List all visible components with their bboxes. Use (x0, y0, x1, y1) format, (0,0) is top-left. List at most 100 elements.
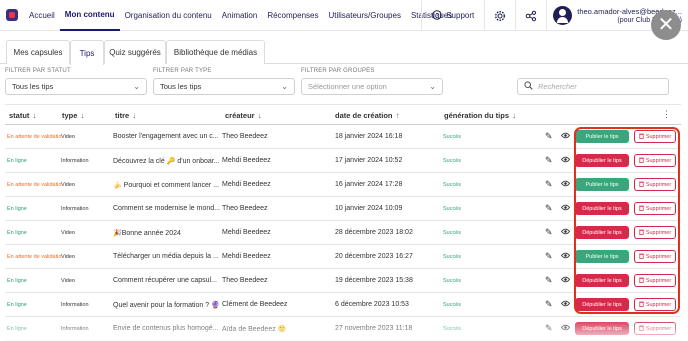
search-placeholder: Rechercher (538, 82, 577, 91)
col-date[interactable]: date de création ↑ (335, 111, 400, 120)
cell-generation: Succès (443, 254, 462, 260)
delete-button[interactable]: Supprimer (634, 274, 676, 287)
cell-titre[interactable]: Comment se modernise le mond... (113, 205, 220, 212)
gear-icon[interactable] (485, 0, 515, 31)
cell-titre[interactable]: Quel avenir pour la formation ? 🔮 (113, 301, 220, 309)
pencil-icon[interactable]: ✎ (545, 227, 553, 238)
beedeez-logo[interactable] (0, 0, 24, 31)
pencil-icon[interactable]: ✎ (545, 275, 553, 286)
cell-titre[interactable]: Découvrez la clé 🔑 d'un onboar... (113, 157, 220, 165)
pencil-icon[interactable]: ✎ (545, 179, 553, 190)
pencil-icon[interactable]: ✎ (545, 299, 553, 310)
eye-icon[interactable] (560, 227, 571, 237)
eye-icon[interactable] (560, 251, 571, 261)
delete-label: Supprimer (645, 205, 672, 212)
cell-date: 18 janvier 2024 16:18 (335, 133, 403, 140)
col-generation-label: génération du tips (444, 111, 510, 120)
cell-type: Information (61, 302, 89, 308)
col-generation[interactable]: génération du tips ↓ (444, 111, 516, 120)
trash-icon (639, 253, 644, 261)
unpublish-button[interactable]: Dépublier le tips (575, 226, 629, 239)
cell-type: Video (61, 278, 75, 284)
delete-button[interactable]: Supprimer (634, 298, 676, 311)
table-row: En ligne Video Comment récupérer une capsu… (5, 269, 681, 293)
more-vertical-icon[interactable]: ⋮ (662, 109, 671, 120)
pencil-icon[interactable]: ✎ (545, 155, 553, 166)
delete-button[interactable]: Supprimer (634, 130, 676, 143)
filter-statut-select[interactable]: Tous les tips ⌄ (5, 78, 147, 95)
content-tabs: Mes capsules Tips Quiz suggérés Biblioth… (0, 40, 688, 65)
eye-icon[interactable] (560, 203, 571, 213)
search-input[interactable]: Rechercher (517, 78, 669, 95)
eye-icon[interactable] (560, 299, 571, 309)
delete-label: Supprimer (645, 229, 672, 236)
filter-type-label: FILTRER PAR TYPE (153, 68, 212, 74)
nav-item-accueil[interactable]: Accueil (24, 0, 60, 31)
search-icon (524, 81, 533, 92)
tab-mes-capsules[interactable]: Mes capsules (6, 40, 70, 64)
eye-icon[interactable] (560, 155, 571, 165)
network-icon[interactable] (516, 0, 546, 31)
cell-titre[interactable]: 🎉Bonne année 2024 (113, 229, 181, 237)
eye-icon[interactable] (560, 179, 571, 189)
unpublish-button[interactable]: Dépublier le tips (575, 274, 629, 287)
app-window: Accueil Mon contenu Organisation du cont… (0, 0, 688, 341)
close-icon[interactable]: ✕ (651, 10, 681, 40)
delete-label: Supprimer (645, 133, 672, 140)
pencil-icon[interactable]: ✎ (545, 251, 553, 262)
nav-item-animation[interactable]: Animation (217, 0, 263, 31)
tab-quiz-suggeres[interactable]: Quiz suggérés (104, 40, 166, 64)
publish-button[interactable]: Publier le tips (575, 130, 629, 143)
unpublish-button[interactable]: Dépublier le tips (575, 298, 629, 311)
support-button[interactable]: ? Support (422, 0, 484, 31)
filter-groupes-select[interactable]: Sélectionner une option ⌄ (301, 78, 443, 95)
pencil-icon[interactable]: ✎ (545, 203, 553, 214)
trash-icon (639, 157, 644, 165)
pencil-icon[interactable]: ✎ (545, 131, 553, 142)
tab-tips[interactable]: Tips (70, 40, 104, 65)
cell-titre[interactable]: Booster l'engagement avec un c... (113, 133, 219, 140)
col-type[interactable]: type ↓ (62, 111, 84, 120)
nav-item-organisation[interactable]: Organisation du contenu (120, 0, 217, 31)
cell-titre[interactable]: 🍌 Pourquoi et comment lancer ... (113, 181, 219, 189)
filter-type-select[interactable]: Tous les tips ⌄ (153, 78, 295, 95)
table-row: En attente de validatio Video Télécharger … (5, 245, 681, 269)
nav-item-utilisateurs[interactable]: Utilisateurs/Groupes (323, 0, 405, 31)
eye-icon[interactable] (560, 275, 571, 285)
bottom-fade (0, 318, 688, 341)
delete-button[interactable]: Supprimer (634, 226, 676, 239)
col-createur[interactable]: créateur ↓ (225, 111, 262, 120)
cell-createur: Clément de Beedeez (222, 301, 288, 308)
cell-titre[interactable]: Télécharger un média depuis la ... (113, 253, 219, 260)
table-header: statut ↓ type ↓ titre ↓ créateur ↓ date de c… (5, 104, 681, 125)
delete-button[interactable]: Supprimer (634, 202, 676, 215)
cell-date: 28 décembre 2023 18:02 (335, 229, 413, 236)
col-type-label: type (62, 111, 78, 120)
unpublish-button[interactable]: Dépublier le tips (575, 154, 629, 167)
cell-date: 10 janvier 2024 10:09 (335, 205, 403, 212)
cell-createur: Mehdi Beedeez (222, 181, 271, 188)
col-statut[interactable]: statut ↓ (9, 111, 36, 120)
publish-button[interactable]: Publier le tips (575, 178, 629, 191)
delete-button[interactable]: Supprimer (634, 154, 676, 167)
nav-item-recompenses[interactable]: Récompenses (262, 0, 323, 31)
publish-button[interactable]: Publier le tips (575, 250, 629, 263)
cell-titre[interactable]: Comment récupérer une capsul... (113, 277, 217, 284)
delete-button[interactable]: Supprimer (634, 178, 676, 191)
avatar (553, 6, 573, 25)
chevron-down-icon: ⌄ (429, 82, 436, 91)
tab-bibliotheque-medias[interactable]: Bibliothèque de médias (166, 40, 265, 64)
delete-label: Supprimer (645, 253, 672, 260)
cell-createur: Mehdi Beedeez (222, 253, 271, 260)
cell-generation: Succès (443, 182, 462, 188)
unpublish-button[interactable]: Dépublier le tips (575, 202, 629, 215)
table-row: En attente de validatio Video 🍌 Pourquoi e… (5, 173, 681, 197)
delete-label: Supprimer (645, 181, 672, 188)
nav-item-mon-contenu[interactable]: Mon contenu (59, 0, 120, 31)
eye-icon[interactable] (560, 131, 571, 141)
support-label: Support (446, 11, 475, 20)
delete-button[interactable]: Supprimer (634, 250, 676, 263)
delete-label: Supprimer (645, 277, 672, 284)
col-titre[interactable]: titre ↓ (115, 111, 136, 120)
col-statut-label: statut (9, 111, 30, 120)
